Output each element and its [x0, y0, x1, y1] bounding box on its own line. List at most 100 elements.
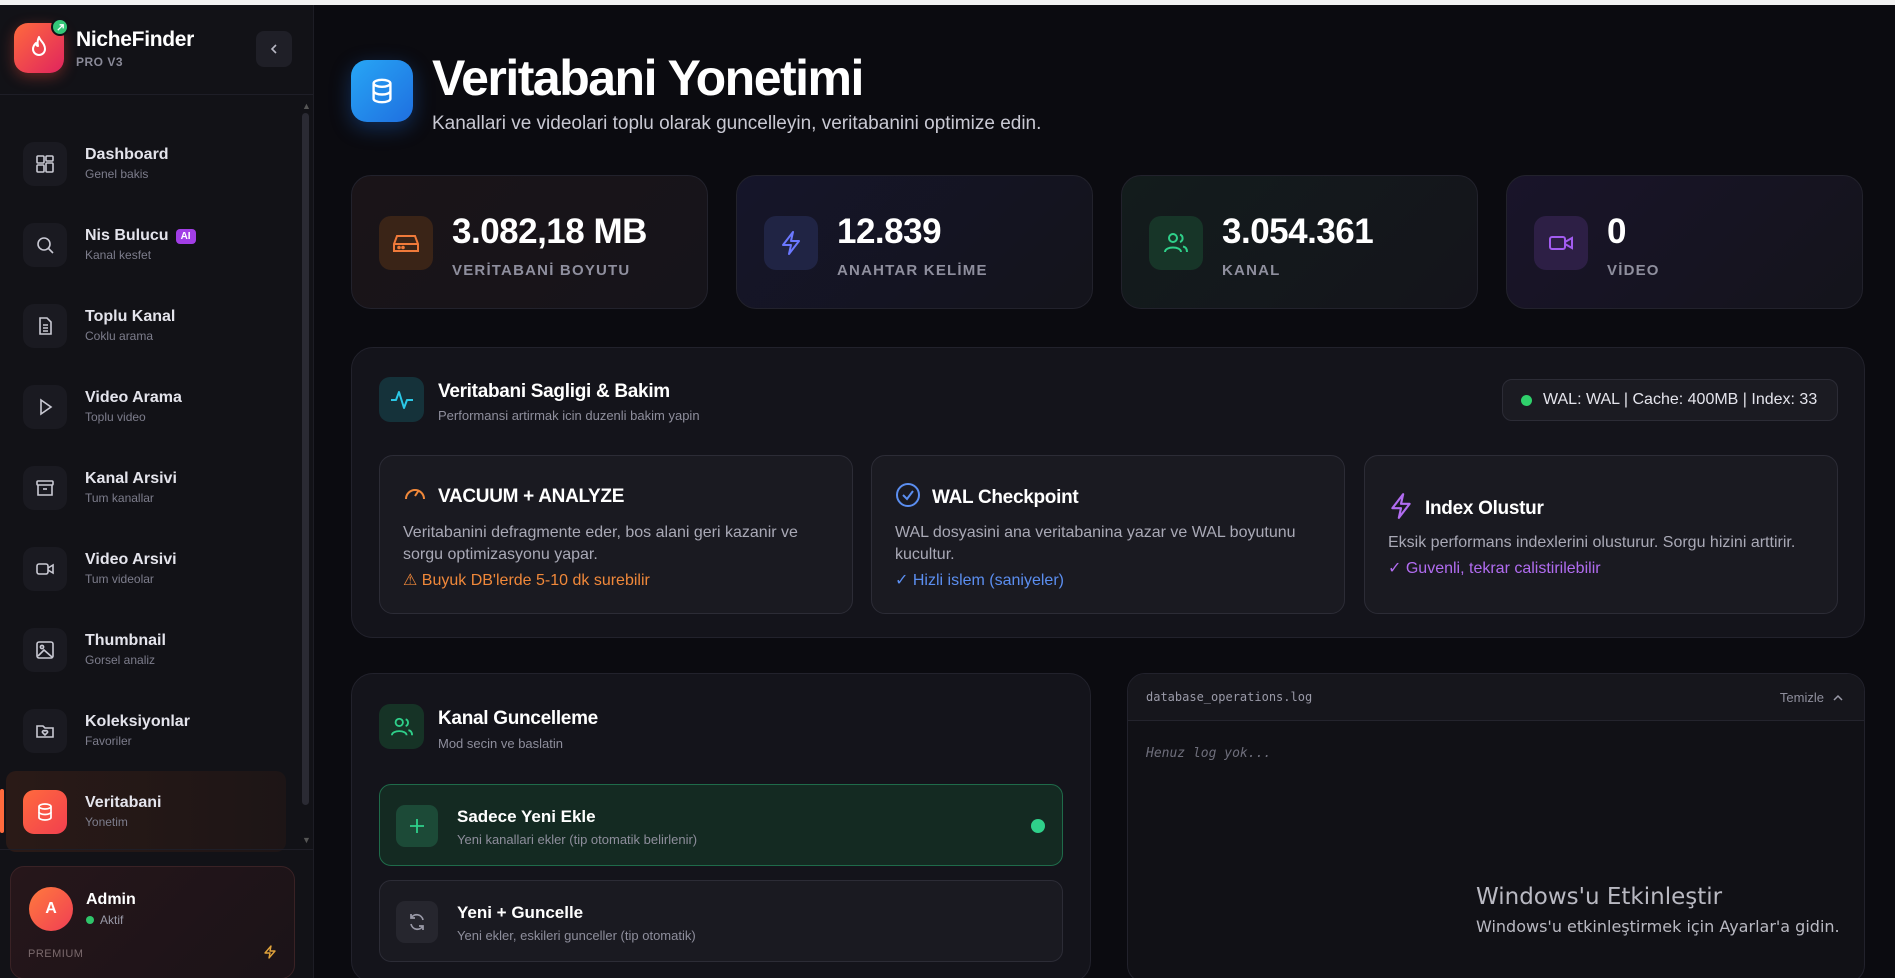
op-title: Index Olustur [1425, 497, 1544, 519]
user-status: Aktif [86, 913, 123, 927]
brand-name: NicheFinder [76, 27, 195, 51]
play-icon [23, 384, 67, 429]
document-list-icon [23, 303, 67, 348]
sidebar-item-video-arama[interactable]: Video Arama Toplu video [0, 366, 300, 447]
folder-heart-icon [23, 708, 67, 753]
divider [0, 94, 313, 95]
section-title: Veritabani Sagligi & Bakim [438, 381, 670, 402]
sidebar-item-sub: Kanal kesfet [85, 248, 152, 262]
wal-checkpoint-card[interactable]: WAL Checkpoint WAL dosyasini ana veritab… [871, 455, 1345, 614]
log-header: database_operations.log Temizle [1128, 674, 1864, 721]
mode-option-sadece-yeni-ekle[interactable]: Sadece Yeni Ekle Yeni kanallari ekler (t… [379, 784, 1063, 866]
plus-icon [396, 805, 438, 847]
database-icon [351, 60, 413, 122]
sidebar-item-veritabani[interactable]: Veritabani Yonetim [0, 771, 286, 852]
sidebar-item-label: Toplu Kanal [85, 308, 176, 325]
brand[interactable]: NicheFinder PRO V3 [14, 18, 195, 73]
sidebar-item-label: Koleksiyonlar [85, 713, 190, 730]
chevron-left-icon [270, 44, 277, 54]
section-subtitle: Performansi artirmak icin duzenli bakim … [438, 408, 700, 423]
sidebar-item-sub: Tum kanallar [85, 491, 154, 505]
sidebar-item-sub: Toplu video [85, 410, 146, 424]
clear-log-label: Temizle [1779, 690, 1824, 705]
stat-value: 3.082,18 MB [452, 212, 647, 251]
windows-activation-watermark: Windows'u Etkinleştir Windows'u etkinleş… [1476, 884, 1840, 936]
sidebar-item-video-arsivi[interactable]: Video Arsivi Tum videolar [0, 528, 300, 609]
sidebar-item-sub: Gorsel analiz [85, 653, 156, 667]
online-dot-icon [51, 18, 69, 36]
sidebar-item-label: Video Arsivi [85, 551, 177, 568]
stat-card-channels: 3.054.361 KANAL [1121, 175, 1478, 309]
sidebar-item-nis-bulucu[interactable]: Nis Bulucu AI Kanal kesfet [0, 204, 300, 285]
check-circle-icon [895, 482, 921, 513]
refresh-icon [396, 901, 438, 943]
db-status-text: WAL: WAL | Cache: 400MB | Index: 33 [1543, 391, 1818, 408]
stat-label: ANAHTAR KELİME [837, 262, 988, 279]
brand-subtitle: PRO V3 [76, 54, 124, 69]
sidebar-item-label: Video Arama [85, 389, 182, 406]
sidebar-item-sub: Yonetim [85, 815, 128, 829]
stat-card-videos: 0 VİDEO [1506, 175, 1863, 309]
db-status-badge: WAL: WAL | Cache: 400MB | Index: 33 [1502, 379, 1838, 421]
stat-label: VİDEO [1607, 262, 1660, 279]
watermark-subtitle: Windows'u etkinleştirmek için Ayarlar'a … [1476, 917, 1840, 936]
ai-badge: AI [175, 228, 196, 244]
sidebar-scrollbar[interactable] [302, 113, 309, 805]
status-dot-icon [1521, 394, 1532, 406]
divider [0, 849, 313, 850]
op-note: ✓ Guvenli, tekrar calistirilebilir [1388, 560, 1601, 577]
stat-value: 0 [1607, 212, 1626, 251]
flame-logo-icon [14, 18, 69, 73]
collapse-sidebar-button[interactable] [256, 31, 292, 67]
stat-card-keywords: 12.839 ANAHTAR KELİME [736, 175, 1093, 309]
op-note: ✓ Hizli islem (saniyeler) [895, 572, 1064, 589]
video-camera-icon [23, 546, 67, 591]
mode-option-yeni-guncelle[interactable]: Yeni + Guncelle Yeni ekler, eskileri gun… [379, 880, 1063, 962]
index-olustur-card[interactable]: Index Olustur Eksik performans indexleri… [1364, 455, 1838, 614]
users-icon [1149, 216, 1203, 270]
stat-value: 12.839 [837, 212, 942, 251]
sidebar-item-label: Thumbnail [85, 632, 166, 649]
selected-indicator [1031, 819, 1045, 833]
sidebar: NicheFinder PRO V3 Dashboard Genel bakis… [0, 5, 314, 978]
gauge-icon [403, 482, 427, 511]
sidebar-item-toplu-kanal[interactable]: Toplu Kanal Coklu arama [0, 285, 300, 366]
archive-icon [23, 465, 67, 510]
watermark-title: Windows'u Etkinleştir [1476, 884, 1723, 910]
sidebar-item-thumbnail[interactable]: Thumbnail Gorsel analiz [0, 609, 300, 690]
sidebar-item-sub: Favoriler [85, 734, 132, 748]
mode-subtitle: Yeni kanallari ekler (tip otomatik belir… [457, 832, 698, 847]
op-note: ⚠ Buyuk DB'lerde 5-10 dk surebilir [403, 572, 650, 589]
page-subtitle: Kanallari ve videolari toplu olarak gunc… [432, 113, 1042, 134]
sidebar-item-label: Dashboard [85, 146, 169, 163]
lightning-icon [263, 945, 277, 964]
stat-value: 3.054.361 [1222, 212, 1374, 251]
status-dot-icon [86, 916, 94, 924]
user-name: Admin [86, 891, 136, 908]
sidebar-item-sub: Tum videolar [85, 572, 154, 586]
scroll-up-arrow-icon[interactable]: ▲ [302, 101, 311, 111]
db-health-section: Veritabani Sagligi & Bakim Performansi a… [351, 347, 1865, 638]
user-tier: PREMIUM [28, 948, 84, 960]
vacuum-analyze-card[interactable]: VACUUM + ANALYZE Veritabanini defragment… [379, 455, 853, 614]
sidebar-item-sub: Genel bakis [85, 167, 149, 181]
chevron-up-icon[interactable] [1832, 693, 1844, 703]
op-description: Eksik performans indexlerini olusturur. … [1388, 534, 1796, 551]
scroll-down-arrow-icon[interactable]: ▼ [302, 835, 311, 845]
mode-subtitle: Yeni ekler, eskileri gunceller (tip otom… [457, 928, 696, 943]
sidebar-item-label: Nis Bulucu [85, 227, 169, 244]
sidebar-item-kanal-arsivi[interactable]: Kanal Arsivi Tum kanallar [0, 447, 300, 528]
user-card[interactable]: A Admin Aktif PREMIUM [10, 866, 295, 978]
sidebar-item-koleksiyonlar[interactable]: Koleksiyonlar Favoriler [0, 690, 300, 771]
sidebar-nav: Dashboard Genel bakis Nis Bulucu AI Kanal… [0, 123, 300, 852]
clear-log-button[interactable]: Temizle [1780, 690, 1844, 705]
database-icon [23, 789, 67, 834]
sidebar-item-dashboard[interactable]: Dashboard Genel bakis [0, 123, 300, 204]
lightning-icon [764, 216, 818, 270]
mode-title: Yeni + Guncelle [457, 903, 584, 922]
image-icon [23, 627, 67, 672]
op-title: VACUUM + ANALYZE [438, 485, 625, 507]
avatar: A [29, 887, 73, 931]
activity-pulse-icon [379, 377, 424, 422]
lightning-icon [1388, 492, 1414, 525]
